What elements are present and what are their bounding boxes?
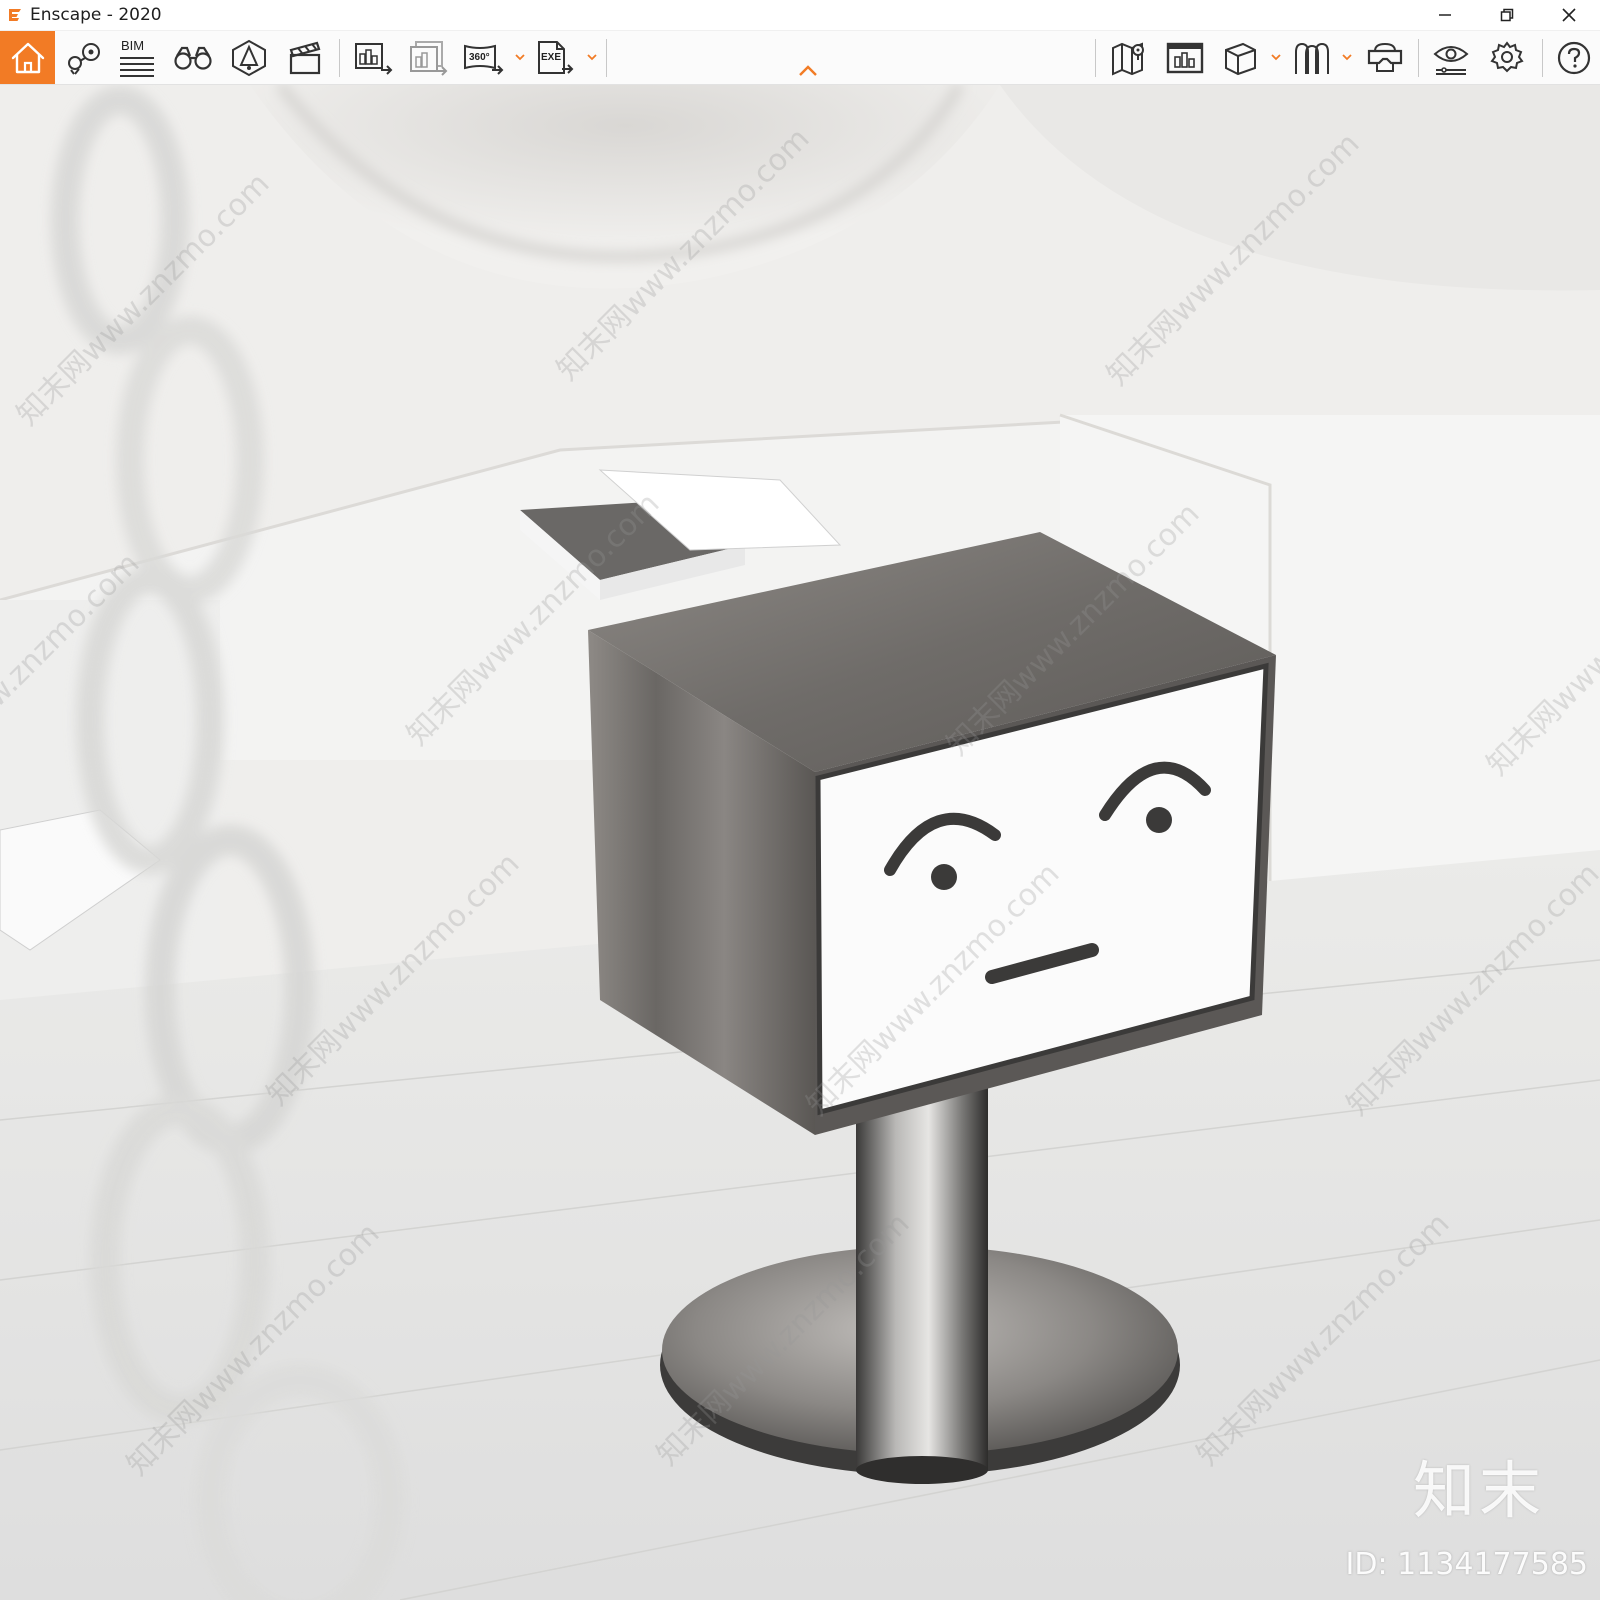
brand-watermark: 知末 [1412, 1454, 1545, 1527]
batch-render-icon [355, 42, 393, 75]
map-button[interactable] [1106, 31, 1152, 84]
panorama-export-button[interactable]: 360° [460, 31, 506, 84]
home-button[interactable] [0, 31, 55, 84]
view-options-button[interactable] [1428, 31, 1474, 84]
help-icon [1557, 41, 1591, 74]
render-image-icon [410, 40, 448, 76]
bim-info-icon: BIM [120, 38, 154, 77]
toolbar-separator [339, 39, 340, 77]
home-icon [11, 42, 44, 73]
minimize-icon [1439, 14, 1451, 16]
enscape-window: Enscape - 2020 BIM 360° EXE 知末网www.znzmo… [0, 0, 1600, 1600]
map-icon [1112, 42, 1144, 76]
gallery-icon [1166, 42, 1204, 73]
settings-button[interactable] [1484, 31, 1530, 84]
walk-mode-button[interactable] [170, 31, 216, 84]
exe-export-button[interactable]: EXE [532, 31, 578, 84]
view-options-icon [1433, 45, 1469, 75]
minimize-button[interactable] [1414, 0, 1476, 30]
toolbar-separator [1542, 39, 1543, 77]
asset-library-dropdown-icon[interactable] [1341, 51, 1353, 63]
batch-render-button[interactable] [350, 31, 396, 84]
vr-headset-icon [1367, 42, 1403, 72]
toolbar-separator [1095, 39, 1096, 77]
asset-library-icon [1295, 42, 1329, 74]
cube-icon [1225, 42, 1256, 75]
render-viewport[interactable]: 知末网www.znzmo.com 知末网www.znzmo.com 知末网www… [0, 85, 1600, 1600]
close-icon [1562, 8, 1576, 22]
settings-icon [1490, 40, 1524, 72]
panorama-export-icon: 360° [464, 44, 504, 75]
help-button[interactable] [1552, 31, 1596, 84]
views-button[interactable] [62, 31, 106, 84]
vr-headset-button[interactable] [1362, 31, 1408, 84]
asset-id-label: ID: 1134177585 [1345, 1547, 1588, 1582]
video-editor-button[interactable] [282, 31, 328, 84]
restore-button[interactable] [1476, 0, 1538, 30]
panorama-dropdown-icon[interactable] [514, 51, 526, 63]
toolbar-separator [1418, 39, 1419, 77]
gallery-button[interactable] [1162, 31, 1208, 84]
visual-settings-button[interactable] [226, 31, 272, 84]
title-bar: Enscape - 2020 [0, 0, 1600, 31]
window-title: Enscape - 2020 [30, 5, 162, 25]
cube-dropdown-icon[interactable] [1270, 51, 1282, 63]
bim-info-button[interactable]: BIM [115, 31, 159, 84]
enscape-logo-icon [9, 9, 21, 21]
restore-icon [1500, 8, 1514, 22]
render-image-button[interactable] [405, 31, 451, 84]
window-controls [1414, 0, 1600, 30]
panorama-label: 360° [469, 52, 490, 63]
cube-button[interactable] [1218, 31, 1262, 84]
close-button[interactable] [1538, 0, 1600, 30]
visual-settings-icon [232, 39, 266, 76]
collapse-toolbar-icon[interactable] [798, 64, 818, 78]
toolbar-separator [606, 39, 607, 77]
exe-label: EXE [541, 52, 561, 63]
views-icon [68, 42, 100, 75]
main-toolbar: BIM 360° EXE [0, 31, 1600, 85]
clapper-icon [289, 41, 321, 74]
bim-label: BIM [121, 38, 144, 53]
binoculars-icon [174, 46, 212, 70]
exe-export-icon: EXE [538, 40, 574, 74]
exe-dropdown-icon[interactable] [586, 51, 598, 63]
asset-library-button[interactable] [1289, 31, 1335, 84]
